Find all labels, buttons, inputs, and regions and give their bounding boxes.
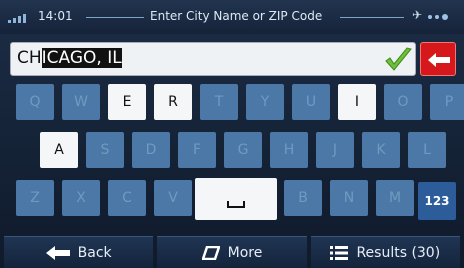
more-icon — [201, 245, 220, 260]
key-h[interactable]: H — [270, 132, 308, 168]
key-v[interactable]: V — [154, 180, 192, 216]
key-p[interactable]: P — [430, 84, 464, 120]
key-e[interactable]: E — [108, 84, 146, 120]
results-button[interactable]: Results (30) — [310, 236, 460, 268]
more-button[interactable]: More — [157, 236, 307, 268]
key-i[interactable]: I — [338, 84, 376, 120]
key-w[interactable]: W — [62, 84, 100, 120]
key-c[interactable]: C — [108, 180, 146, 216]
key-s[interactable]: S — [86, 132, 124, 168]
key-n[interactable]: N — [330, 180, 368, 216]
divider — [340, 17, 404, 18]
key-t[interactable]: T — [200, 84, 238, 120]
key-y[interactable]: Y — [246, 84, 284, 120]
page-title: Enter City Name or ZIP Code — [150, 9, 350, 23]
key-q[interactable]: Q — [16, 84, 54, 120]
back-button[interactable]: Back — [4, 236, 154, 268]
search-input-text: CHICAGO, IL — [17, 48, 122, 68]
key-b[interactable]: B — [284, 180, 322, 216]
key-j[interactable]: J — [316, 132, 354, 168]
key-o[interactable]: O — [384, 84, 422, 120]
key-d[interactable]: D — [132, 132, 170, 168]
bottom-toolbar: Back More Results (30) — [0, 236, 464, 268]
key-l[interactable]: L — [408, 132, 446, 168]
space-icon — [227, 201, 245, 208]
input-autocomplete-selection: ICAGO, IL — [41, 48, 122, 68]
confirm-check-icon[interactable] — [383, 45, 413, 75]
key-f[interactable]: F — [178, 132, 216, 168]
gps-signal-icon — [428, 14, 448, 20]
status-bar: 14:01 Enter City Name or ZIP Code ✈ — [0, 0, 464, 34]
key-z[interactable]: Z — [16, 180, 54, 216]
signal-icon — [8, 14, 26, 23]
back-button-label: Back — [77, 244, 112, 261]
more-button-label: More — [227, 244, 263, 261]
key-x[interactable]: X — [62, 180, 100, 216]
results-button-label: Results (30) — [356, 244, 441, 261]
search-input[interactable]: CHICAGO, IL — [10, 42, 416, 76]
backspace-button[interactable] — [420, 42, 456, 76]
gps-icon: ✈ — [412, 8, 423, 22]
list-icon — [330, 245, 349, 260]
key-g[interactable]: G — [224, 132, 262, 168]
arrow-left-icon — [428, 53, 450, 67]
city-search-screen: 14:01 Enter City Name or ZIP Code ✈ CHIC… — [0, 0, 464, 268]
numeric-toggle-key[interactable]: 123 — [418, 182, 456, 220]
key-r[interactable]: R — [154, 84, 192, 120]
space-key[interactable] — [195, 178, 277, 220]
input-prefix: CH — [17, 48, 42, 68]
page-title-text: Enter City Name or ZIP Code — [150, 9, 323, 23]
key-u[interactable]: U — [292, 84, 330, 120]
key-k[interactable]: K — [362, 132, 400, 168]
clock: 14:01 — [38, 9, 73, 23]
key-a[interactable]: A — [40, 132, 78, 168]
key-m[interactable]: M — [376, 180, 414, 216]
divider — [86, 17, 144, 18]
arrow-left-icon — [45, 245, 70, 260]
